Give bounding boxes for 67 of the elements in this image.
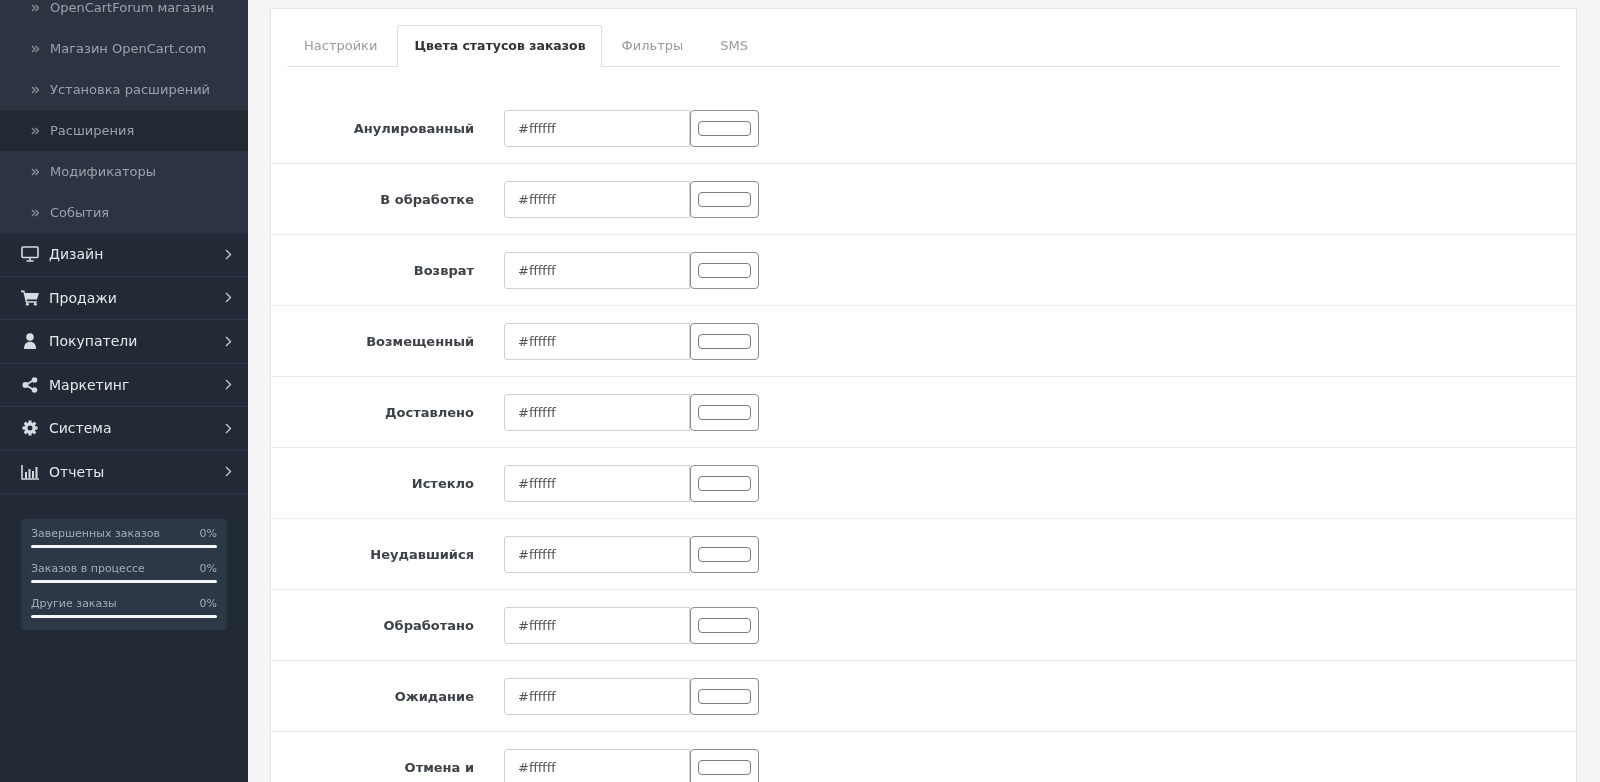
color-swatch-icon [698,405,751,420]
color-swatch-icon [698,547,751,562]
stat-value: 0% [199,597,217,611]
color-picker-button[interactable] [690,749,759,782]
color-input[interactable]: #ffffff [504,323,690,360]
double-chevron-icon [31,208,39,217]
submenu-item[interactable]: Установка расширений [0,69,248,110]
field-label: Возврат [412,263,474,278]
field-label: Возмещенный [365,334,474,349]
field-label: Отмена и [403,760,474,775]
color-swatch-icon [698,121,751,136]
color-picker-button[interactable] [690,110,759,147]
menu-item[interactable]: Продажи [0,276,248,320]
stat-label: Завершенных заказов [31,527,160,541]
stat-label: Заказов в процессе [31,562,145,576]
color-picker-button[interactable] [690,678,759,715]
color-picker-button[interactable] [690,536,759,573]
stat-label: Другие заказы [31,597,117,611]
color-swatch-icon [698,263,751,278]
color-swatch-icon [698,334,751,349]
color-swatch-icon [698,760,751,775]
bar-chart-icon [21,463,39,480]
color-picker-button[interactable] [690,323,759,360]
field-label: Истекло [410,476,474,491]
color-swatch-icon [698,689,751,704]
color-input[interactable]: #ffffff [504,607,690,644]
color-input[interactable]: #ffffff [504,678,690,715]
field-label: Обработано [382,618,474,633]
color-input[interactable]: #ffffff [504,181,690,218]
color-picker-button[interactable] [690,181,759,218]
field-label: В обработке [379,192,474,207]
double-chevron-icon [31,126,39,135]
tab[interactable]: Цвета статусов заказов [397,25,602,67]
field-label: Анулированный [352,121,474,136]
field-label: Неудавшийся [369,547,474,562]
user-icon [21,333,39,350]
color-swatch-icon [698,618,751,633]
double-chevron-icon [31,85,39,94]
color-picker-button[interactable] [690,252,759,289]
color-picker-button[interactable] [690,465,759,502]
color-input[interactable]: #ffffff [504,394,690,431]
submenu-item[interactable]: Модификаторы [0,151,248,192]
color-input[interactable]: #ffffff [504,252,690,289]
submenu-item[interactable]: OpenCartForum магазин [0,0,248,28]
color-input[interactable]: #ffffff [504,749,690,782]
color-input[interactable]: #ffffff [504,465,690,502]
cart-icon [21,289,39,306]
color-swatch-icon [698,192,751,207]
color-picker-button[interactable] [690,394,759,431]
color-input[interactable]: #ffffff [504,110,690,147]
color-swatch-icon [698,476,751,491]
double-chevron-icon [31,167,39,176]
stat-value: 0% [199,562,217,576]
submenu-item[interactable]: События [0,192,248,233]
menu-item[interactable]: Система [0,407,248,451]
monitor-icon [21,246,39,263]
submenu-item[interactable]: Магазин OpenCart.com [0,28,248,69]
field-label: Ожидание [393,689,474,704]
field-label: Доставлено [384,405,474,420]
submenu-item[interactable]: Расширения [0,110,248,151]
double-chevron-icon [31,44,39,53]
stat-value: 0% [199,527,217,541]
color-input[interactable]: #ffffff [504,536,690,573]
gear-icon [21,420,39,437]
color-picker-button[interactable] [690,607,759,644]
share-icon [21,376,39,393]
double-chevron-icon [31,3,39,12]
